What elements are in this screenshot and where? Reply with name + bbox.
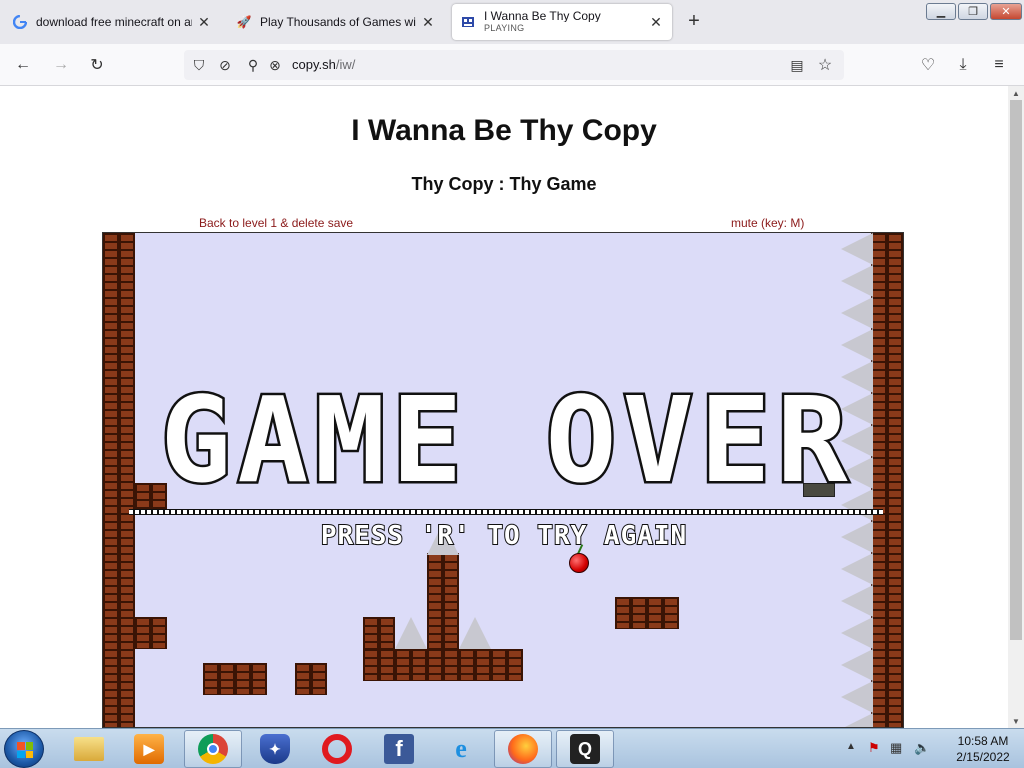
firefox-icon[interactable] bbox=[494, 730, 552, 768]
left-brick-wall bbox=[103, 233, 135, 727]
back-arrow-icon[interactable]: ← bbox=[12, 54, 34, 76]
tracking-icon[interactable]: ⊘ bbox=[214, 54, 236, 76]
tab-playing-label: PLAYING bbox=[484, 23, 525, 33]
forward-arrow-icon[interactable]: → bbox=[50, 54, 72, 76]
close-icon[interactable]: ✕ bbox=[196, 14, 212, 30]
window-close-button[interactable]: ✕ bbox=[990, 3, 1022, 20]
wall-spike bbox=[841, 553, 873, 585]
close-icon[interactable]: ✕ bbox=[648, 14, 664, 30]
page-content: I Wanna Be Thy Copy Thy Copy : Thy Game … bbox=[0, 86, 1008, 728]
scroll-thumb[interactable] bbox=[1010, 100, 1022, 640]
facebook-icon[interactable]: f bbox=[370, 730, 428, 768]
clock-date[interactable]: 2/15/2022 bbox=[948, 750, 1018, 764]
wall-spike bbox=[841, 585, 873, 617]
rocket-icon: 🚀 bbox=[236, 15, 252, 29]
pocket-icon[interactable]: ♡ bbox=[917, 54, 939, 76]
maximize-button[interactable]: ❐ bbox=[958, 3, 988, 20]
system-tray: ▲ ⚑ ▦ 🔈 10:58 AM 2/15/2022 bbox=[840, 729, 1024, 768]
url-path: /iw/ bbox=[335, 57, 356, 72]
page-scrollbar[interactable]: ▲ ▼ bbox=[1008, 86, 1024, 728]
brick-platform bbox=[615, 597, 679, 629]
navigation-bar: ← → ↻ ⛉ ⊘ ⚲ ⊗ copy.sh/iw/ ▤ ☆ ♡ ⤓ ≡ bbox=[0, 44, 1024, 86]
page-title: I Wanna Be Thy Copy bbox=[351, 114, 657, 147]
brick-platform bbox=[135, 617, 167, 649]
mute-link[interactable]: mute (key: M) bbox=[731, 216, 804, 230]
wall-spike bbox=[841, 233, 873, 265]
scroll-up-icon[interactable]: ▲ bbox=[1008, 86, 1024, 100]
action-center-icon[interactable]: ⚑ bbox=[868, 740, 880, 756]
bookmark-star-icon[interactable]: ☆ bbox=[814, 54, 836, 76]
url-bar[interactable]: ⛉ ⊘ ⚲ ⊗ copy.sh/iw/ ▤ ☆ bbox=[184, 50, 844, 80]
brick-pillar bbox=[427, 553, 459, 649]
shield-icon[interactable]: ⛉ bbox=[188, 54, 210, 76]
tab-i-wanna-be-thy-copy[interactable]: I Wanna Be Thy Copy PLAYING ✕ bbox=[452, 4, 672, 40]
permissions-icon[interactable]: ⚲ bbox=[242, 54, 264, 76]
wall-spike bbox=[841, 265, 873, 297]
wall-spike bbox=[841, 713, 873, 727]
new-tab-button[interactable]: + bbox=[684, 11, 704, 32]
media-player-icon[interactable]: ▶ bbox=[120, 730, 178, 768]
google-icon bbox=[12, 14, 28, 30]
scroll-down-icon[interactable]: ▼ bbox=[1008, 714, 1024, 728]
brick-platform bbox=[363, 649, 523, 681]
wall-spike bbox=[841, 617, 873, 649]
brick-platform bbox=[363, 617, 395, 649]
wall-spike bbox=[841, 297, 873, 329]
wall-spike bbox=[841, 329, 873, 361]
minimize-button[interactable]: ▁ bbox=[926, 3, 956, 20]
internet-explorer-icon[interactable]: e bbox=[432, 730, 490, 768]
clock-time[interactable]: 10:58 AM bbox=[948, 734, 1018, 748]
wall-spike bbox=[841, 681, 873, 713]
shield-app-icon[interactable]: ✦ bbox=[246, 730, 304, 768]
cherry-icon bbox=[569, 553, 589, 573]
game-over-text: GAME OVER bbox=[158, 371, 854, 509]
show-hidden-icons-icon[interactable]: ▲ bbox=[846, 741, 856, 752]
floor-spike bbox=[459, 617, 491, 649]
close-icon[interactable]: ✕ bbox=[420, 14, 436, 30]
autoplay-blocked-icon[interactable]: ⊗ bbox=[264, 54, 286, 76]
tab-title: I Wanna Be Thy Copy bbox=[484, 10, 601, 22]
brick-platform bbox=[203, 663, 267, 695]
download-icon[interactable]: ⤓ bbox=[952, 54, 974, 76]
reload-icon[interactable]: ↻ bbox=[86, 54, 108, 76]
back-to-level-1-link[interactable]: Back to level 1 & delete save bbox=[199, 216, 353, 230]
explorer-icon[interactable] bbox=[60, 730, 118, 768]
chrome-icon[interactable] bbox=[184, 730, 242, 768]
tab-strip: download free minecraft on ara ✕ 🚀 Play … bbox=[0, 0, 1024, 44]
tab-title: download free minecraft on ara bbox=[36, 15, 192, 29]
url-host: copy.sh bbox=[292, 57, 336, 72]
opera-icon[interactable] bbox=[308, 730, 366, 768]
volume-icon[interactable]: 🔈 bbox=[914, 740, 930, 756]
q-app-icon[interactable]: Q bbox=[556, 730, 614, 768]
game-icon bbox=[460, 14, 476, 30]
menu-icon[interactable]: ≡ bbox=[988, 54, 1010, 76]
wall-spike bbox=[841, 649, 873, 681]
game-over-divider bbox=[129, 509, 883, 515]
brick-platform bbox=[295, 663, 327, 695]
network-icon[interactable]: ▦ bbox=[890, 740, 902, 756]
press-r-text: PRESS 'R' TO TRY AGAIN bbox=[320, 520, 688, 552]
floor-spike bbox=[395, 617, 427, 649]
tab-title: Play Thousands of Games with bbox=[260, 15, 416, 29]
game-canvas[interactable]: GAME OVER PRESS 'R' TO TRY AGAIN bbox=[102, 232, 904, 728]
windows-logo-icon bbox=[17, 742, 33, 758]
start-button[interactable] bbox=[4, 730, 44, 768]
windows-taskbar: ▶ ✦ f e Q ▲ ⚑ ▦ 🔈 10:58 AM 2/15/2022 bbox=[0, 728, 1024, 768]
tab-play-games[interactable]: 🚀 Play Thousands of Games with ✕ bbox=[228, 4, 444, 40]
reader-view-icon[interactable]: ▤ bbox=[786, 54, 808, 76]
tab-minecraft[interactable]: download free minecraft on ara ✕ bbox=[4, 4, 220, 40]
url-text[interactable]: copy.sh/iw/ bbox=[292, 57, 355, 72]
page-subtitle: Thy Copy : Thy Game bbox=[411, 174, 597, 194]
